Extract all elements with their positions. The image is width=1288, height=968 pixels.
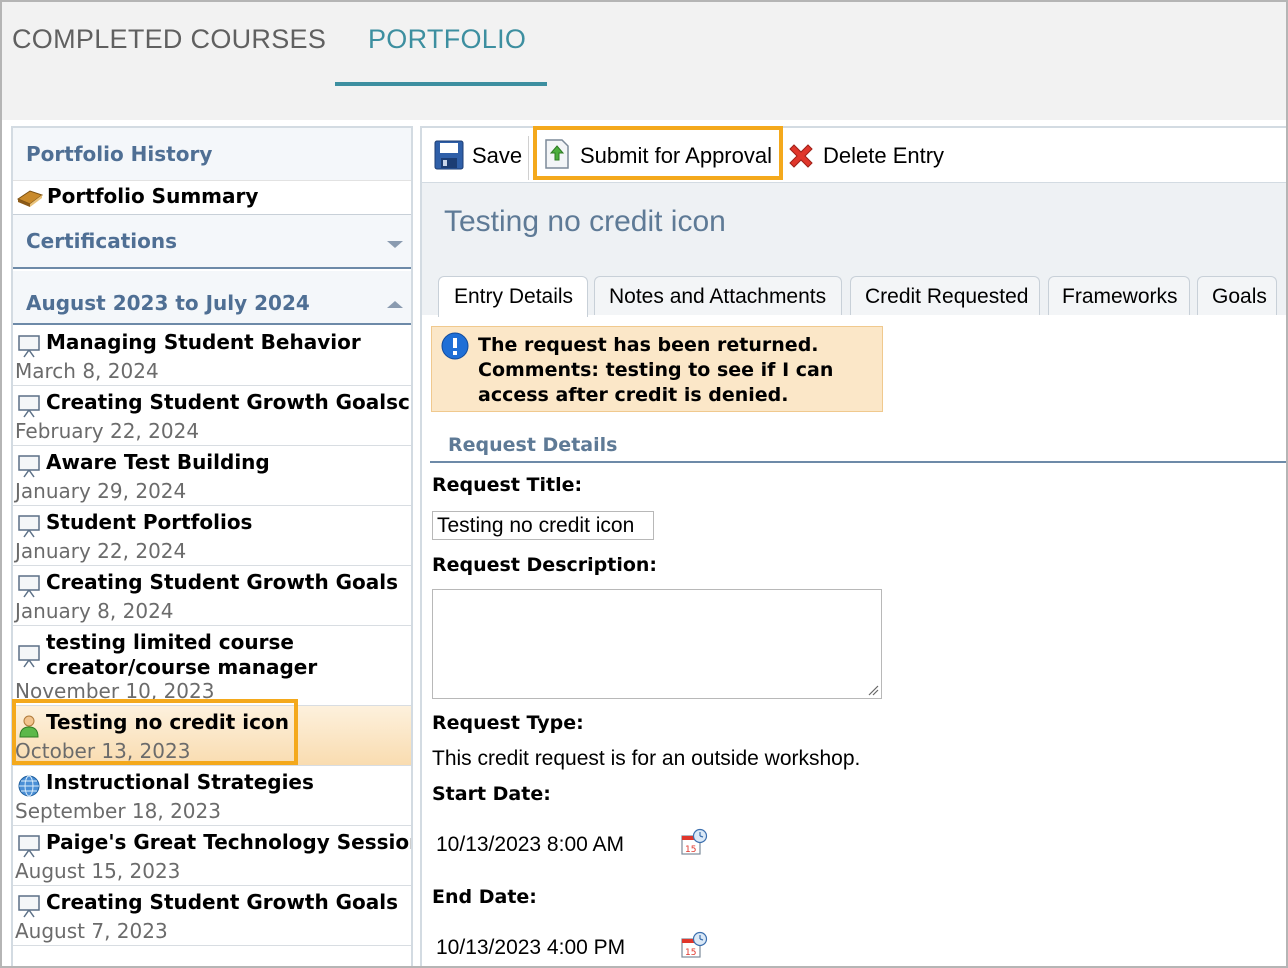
status-alert: The request has been returned. Comments:… — [431, 326, 883, 412]
top-tab-bar: COMPLETED COURSES PORTFOLIO — [2, 2, 1286, 120]
entry-title: Aware Test Building — [46, 450, 270, 474]
alert-message: The request has been returned. Comments:… — [478, 333, 833, 408]
tab-portfolio[interactable]: PORTFOLIO — [368, 24, 526, 55]
alert-line: Comments: testing to see if I can — [478, 359, 834, 381]
list-item[interactable]: Aware Test Building January 29, 2024 — [13, 446, 411, 506]
entry-date: March 8, 2024 — [15, 359, 159, 383]
app-frame: COMPLETED COURSES PORTFOLIO Portfolio Hi… — [0, 0, 1288, 968]
list-item[interactable]: Creating Student Growth Goals August 7, … — [13, 886, 411, 946]
save-label: Save — [472, 143, 523, 168]
certifications-title: Certifications — [26, 229, 177, 253]
entry-date: August 15, 2023 — [15, 859, 181, 883]
request-title-input[interactable]: Testing no credit icon — [432, 511, 654, 540]
entry-title: Managing Student Behavior — [46, 330, 361, 354]
entry-title: Creating Student Growth Goals — [46, 890, 399, 914]
tab-completed-courses[interactable]: COMPLETED COURSES — [12, 24, 326, 55]
request-type-value: This credit request is for an outside wo… — [432, 747, 861, 770]
portfolio-history-panel: Portfolio History Portfolio Summary Cert… — [11, 126, 413, 966]
entry-date: January 29, 2024 — [15, 479, 187, 503]
section-divider — [430, 461, 1286, 463]
delete-label: Delete Entry — [823, 143, 945, 168]
delete-entry-button[interactable]: Delete Entry — [784, 128, 954, 182]
list-item[interactable]: Instructional Strategies September 18, 2… — [13, 766, 411, 826]
request-details-header: Request Details — [448, 434, 618, 456]
start-date-value: 10/13/2023 8:00 AM — [436, 833, 624, 856]
calendar-clock-icon[interactable]: 15 — [680, 828, 708, 856]
end-date-value: 10/13/2023 4:00 PM — [436, 936, 626, 959]
tab-label: Credit Requested — [865, 285, 1029, 308]
end-date-label: End Date: — [432, 886, 537, 908]
selected-entry-highlight — [12, 699, 298, 765]
svg-text:15: 15 — [685, 948, 696, 958]
entry-title: Creating Student Growth Goalsc — [46, 390, 410, 414]
tab-label: Frameworks — [1062, 285, 1178, 308]
entry-detail-panel: Save Submit for Approval Delete Entry Te… — [420, 126, 1286, 966]
presentation-icon — [18, 835, 40, 858]
start-date-label: Start Date: — [432, 783, 551, 805]
save-button[interactable]: Save — [432, 128, 526, 182]
delete-x-icon — [789, 144, 813, 168]
presentation-icon — [18, 895, 40, 918]
presentation-icon — [18, 575, 40, 598]
presentation-icon — [18, 645, 40, 668]
portfolio-summary-label: Portfolio Summary — [47, 184, 259, 208]
book-icon — [16, 190, 44, 207]
request-description-textarea[interactable] — [432, 589, 882, 699]
svg-text:15: 15 — [685, 845, 696, 855]
entry-title: Paige's Great Technology Session — [46, 830, 413, 854]
portfolio-summary-link[interactable]: Portfolio Summary — [13, 180, 411, 215]
entry-title-line1: testing limited course — [46, 630, 294, 654]
tab-notes-and-attachments[interactable]: Notes and Attachments — [594, 276, 842, 315]
presentation-icon — [18, 395, 40, 418]
list-item[interactable]: Student Portfolios January 22, 2024 — [13, 506, 411, 566]
alert-line: The request has been returned. — [478, 334, 819, 356]
list-item[interactable]: Creating Student Growth Goalsc February … — [13, 386, 411, 446]
presentation-icon — [18, 335, 40, 358]
entry-date: August 7, 2023 — [15, 919, 168, 943]
entry-title: Instructional Strategies — [46, 770, 314, 794]
presentation-icon — [18, 515, 40, 538]
tab-label: Entry Details — [454, 285, 574, 308]
floppy-disk-icon — [434, 140, 464, 170]
entry-date: February 22, 2024 — [15, 419, 200, 443]
tab-credit-requested[interactable]: Credit Requested — [850, 276, 1040, 315]
toolbar-divider — [528, 136, 529, 180]
list-item[interactable]: Managing Student Behavior March 8, 2024 — [13, 326, 411, 386]
entry-title-line2: creator/course manager — [46, 655, 318, 679]
calendar-clock-icon[interactable]: 15 — [680, 931, 708, 959]
certifications-header[interactable]: Certifications — [13, 215, 411, 269]
globe-icon — [18, 775, 40, 797]
info-icon — [441, 332, 469, 360]
list-item[interactable]: testing limited course creator/course ma… — [13, 626, 411, 706]
tab-goals[interactable]: Goals — [1197, 276, 1277, 315]
portfolio-entry-list: Managing Student Behavior March 8, 2024 … — [13, 326, 411, 946]
chevron-up-icon — [387, 301, 403, 308]
entry-date: January 22, 2024 — [15, 539, 187, 563]
active-tab-indicator — [335, 82, 547, 86]
tab-entry-details[interactable]: Entry Details — [438, 276, 588, 317]
tab-label: Notes and Attachments — [609, 285, 827, 308]
entry-title: Student Portfolios — [46, 510, 253, 534]
request-type-label: Request Type: — [432, 712, 584, 734]
portfolio-history-title: Portfolio History — [26, 142, 213, 166]
entry-date: January 8, 2024 — [15, 599, 174, 623]
alert-line: access after credit is denied. — [478, 384, 789, 406]
submit-button-highlight — [533, 126, 783, 180]
entry-title: Creating Student Growth Goals — [46, 570, 399, 594]
list-item[interactable]: Paige's Great Technology Session August … — [13, 826, 411, 886]
request-description-label: Request Description: — [432, 554, 658, 576]
tab-label: Goals — [1212, 285, 1267, 308]
date-range-title: August 2023 to July 2024 — [26, 291, 310, 315]
entry-date: September 18, 2023 — [15, 799, 221, 823]
date-range-header[interactable]: August 2023 to July 2024 — [13, 271, 411, 325]
presentation-icon — [18, 455, 40, 478]
resize-handle-icon[interactable] — [867, 684, 879, 696]
list-item[interactable]: Creating Student Growth Goals January 8,… — [13, 566, 411, 626]
page-title: Testing no credit icon — [444, 205, 726, 238]
request-title-label: Request Title: — [432, 474, 583, 496]
tab-frameworks[interactable]: Frameworks — [1048, 276, 1190, 315]
chevron-down-icon — [387, 241, 403, 248]
portfolio-history-header: Portfolio History — [13, 128, 411, 180]
